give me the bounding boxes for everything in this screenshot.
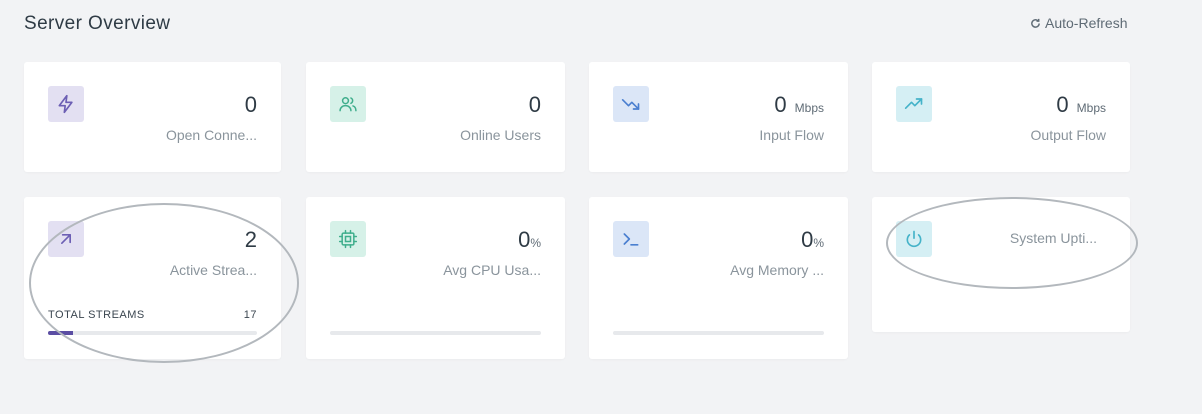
auto-refresh-label: Auto-Refresh (1045, 15, 1128, 31)
stat-value: 0 (528, 92, 541, 117)
stat-value: 0 (244, 92, 257, 117)
lightning-icon (48, 86, 84, 122)
stat-card-avg-cpu: 0% Avg CPU Usa... (306, 197, 565, 359)
stat-value: 0 Mbps (1056, 92, 1106, 117)
stat-card-online-users: 0 Online Users (306, 62, 565, 172)
stat-card-avg-memory: 0% Avg Memory ... (589, 197, 848, 359)
total-streams-label: TOTAL STREAMS (48, 309, 145, 321)
page-title: Server Overview (24, 13, 171, 34)
total-streams-value: 17 (243, 309, 257, 321)
stat-label: Output Flow (1030, 127, 1106, 143)
stat-label: Online Users (460, 127, 541, 143)
auto-refresh-button[interactable]: Auto-Refresh (1030, 15, 1127, 31)
refresh-icon (1031, 18, 1040, 28)
stat-card-open-connections: 0 Open Conne... (24, 62, 281, 172)
stat-unit: % (813, 236, 824, 250)
stat-label: Input Flow (759, 127, 824, 143)
stat-unit: % (530, 236, 541, 250)
stat-label: Avg CPU Usa... (443, 262, 541, 278)
terminal-icon (613, 221, 649, 257)
stat-value: 2 (244, 227, 257, 252)
users-icon (330, 86, 366, 122)
stat-card-system-uptime: System Upti... (872, 197, 1130, 332)
stat-card-output-flow: 0 Mbps Output Flow (872, 62, 1130, 172)
arrow-up-right-icon (48, 221, 84, 257)
stat-label: System Upti... (1009, 230, 1097, 246)
trend-up-icon (896, 86, 932, 122)
trend-down-icon (613, 86, 649, 122)
stat-label: Avg Memory ... (730, 262, 824, 278)
cpu-progress-bar (330, 331, 541, 335)
stat-label: Open Conne... (165, 127, 257, 143)
streams-progress-bar (48, 331, 257, 335)
stat-unit: Mbps (1076, 101, 1106, 115)
stat-value: 0 Mbps (774, 92, 824, 117)
stat-value: 0% (518, 227, 541, 252)
stat-unit: Mbps (794, 101, 824, 115)
memory-progress-bar (613, 331, 824, 335)
total-streams-row: TOTAL STREAMS 17 (48, 309, 257, 321)
power-icon (896, 221, 932, 257)
stat-card-input-flow: 0 Mbps Input Flow (589, 62, 848, 172)
stat-value: 0% (801, 227, 824, 252)
cpu-icon (330, 221, 366, 257)
stat-label: Active Strea... (169, 262, 257, 278)
streams-progress-fill (48, 331, 73, 335)
stat-card-active-streams: 2 Active Strea... TOTAL STREAMS 17 (24, 197, 281, 359)
